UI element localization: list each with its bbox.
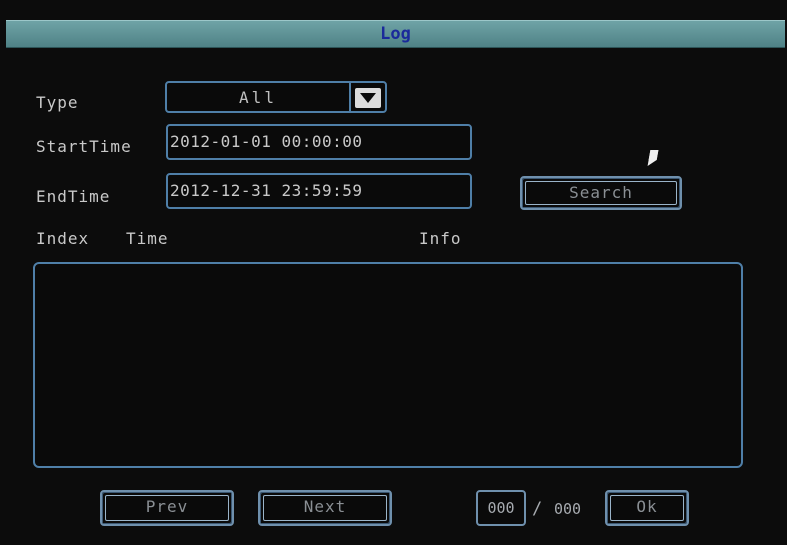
log-screen: Log Type All StartTime 2012-01-01 00:00:… — [0, 0, 787, 545]
type-label: Type — [36, 93, 79, 112]
start-time-label: StartTime — [36, 137, 132, 156]
prev-button-label: Prev — [105, 495, 229, 521]
ok-button-label: Ok — [610, 495, 684, 521]
column-header-index: Index — [36, 229, 90, 248]
end-time-label: EndTime — [36, 187, 111, 206]
search-button-label: Search — [525, 181, 677, 205]
next-button[interactable]: Next — [258, 490, 392, 526]
end-time-input[interactable]: 2012-12-31 23:59:59 — [166, 173, 472, 209]
log-results-list[interactable] — [33, 262, 743, 468]
chevron-down-icon — [360, 93, 376, 103]
next-button-label: Next — [263, 495, 387, 521]
window-title: Log — [380, 24, 411, 44]
title-bar: Log — [6, 20, 785, 48]
page-number-input[interactable]: 000 — [476, 490, 526, 526]
type-select-divider — [349, 83, 351, 111]
prev-button[interactable]: Prev — [100, 490, 234, 526]
type-select[interactable]: All — [165, 81, 387, 113]
total-pages: 000 — [554, 500, 582, 518]
mouse-cursor-icon — [647, 150, 659, 166]
start-time-input[interactable]: 2012-01-01 00:00:00 — [166, 124, 472, 160]
column-header-time: Time — [126, 229, 169, 248]
ok-button[interactable]: Ok — [605, 490, 689, 526]
search-button[interactable]: Search — [520, 176, 682, 210]
column-header-info: Info — [419, 229, 462, 248]
type-select-value: All — [239, 88, 277, 107]
type-dropdown-button[interactable] — [355, 88, 381, 108]
page-separator: / — [532, 499, 544, 519]
